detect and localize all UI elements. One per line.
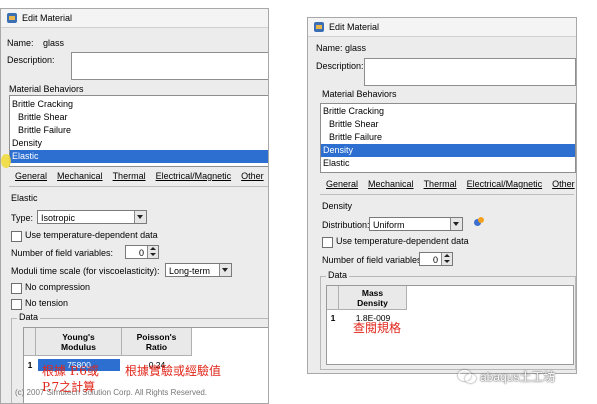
annotation-middle-note: 根據實驗或經驗值 bbox=[125, 364, 222, 378]
left-behavior-item-1[interactable]: Brittle Shear bbox=[10, 111, 268, 124]
left-section-title: Elastic bbox=[11, 193, 38, 203]
left-no-tension-label: No tension bbox=[25, 298, 69, 308]
right-distribution-combo[interactable]: Uniform bbox=[369, 217, 463, 231]
left-behavior-item-3[interactable]: Density bbox=[10, 137, 268, 150]
left-table-header-youngs-modulus: Young's Modulus bbox=[36, 328, 122, 356]
left-name-value: glass bbox=[43, 38, 65, 48]
right-behavior-item-2[interactable]: Brittle Failure bbox=[321, 131, 575, 144]
right-table-corner bbox=[327, 286, 339, 310]
chevron-down-icon[interactable] bbox=[134, 211, 146, 223]
right-menu-mechanical[interactable]: Mechanical bbox=[368, 179, 414, 189]
right-behavior-item-4[interactable]: Elastic bbox=[321, 157, 575, 170]
spinner-arrows-icon[interactable] bbox=[441, 253, 452, 265]
left-menu-thermal[interactable]: Thermal bbox=[113, 171, 146, 181]
right-title-bar: Edit Material bbox=[308, 18, 576, 37]
left-behavior-item-4[interactable]: Elastic bbox=[10, 150, 268, 163]
right-menu-general[interactable]: General bbox=[326, 179, 358, 189]
right-data-label: Data bbox=[326, 270, 350, 280]
wechat-icon bbox=[458, 369, 476, 383]
annotation-right-note: 查閱規格 bbox=[353, 321, 402, 335]
left-type-label: Type: bbox=[11, 213, 34, 223]
material-app-icon bbox=[314, 22, 324, 32]
right-description-field[interactable] bbox=[364, 58, 576, 86]
right-field-vars-spinner[interactable]: 0 bbox=[419, 252, 453, 266]
right-distribution-value: Uniform bbox=[373, 220, 405, 230]
right-field-vars-label: Number of field variables: bbox=[322, 255, 425, 265]
left-name-label: Name: bbox=[7, 38, 34, 48]
left-no-tension-checkbox[interactable] bbox=[11, 299, 22, 310]
right-divider bbox=[320, 194, 574, 195]
watermark: abaqus土工坊 bbox=[458, 366, 555, 386]
left-temp-dependent-label: Use temperature-dependent data bbox=[25, 230, 158, 240]
right-behavior-item-0[interactable]: Brittle Cracking bbox=[321, 105, 575, 118]
analytical-field-icon[interactable] bbox=[474, 217, 485, 228]
left-moduli-label: Moduli time scale (for viscoelasticity): bbox=[11, 266, 160, 276]
left-table-corner bbox=[24, 328, 36, 356]
chevron-down-icon[interactable] bbox=[450, 218, 462, 230]
right-window-title: Edit Material bbox=[329, 22, 380, 32]
left-moduli-combo[interactable]: Long-term bbox=[165, 263, 232, 277]
right-field-vars-value: 0 bbox=[432, 255, 438, 265]
left-title-bar: Edit Material bbox=[1, 9, 268, 28]
right-name-label: Name: bbox=[316, 43, 343, 53]
left-description-field[interactable] bbox=[71, 52, 268, 80]
chevron-down-icon[interactable] bbox=[219, 264, 231, 276]
left-data-label: Data bbox=[17, 312, 41, 322]
left-menu-other[interactable]: Other bbox=[241, 171, 264, 181]
left-behaviors-label: Material Behaviors bbox=[9, 84, 84, 94]
left-no-compression-label: No compression bbox=[25, 282, 91, 292]
left-table-header-poissons-ratio: Poisson's Ratio bbox=[122, 328, 192, 356]
left-field-vars-value: 0 bbox=[138, 248, 144, 258]
right-edit-material-window: Edit Material Name: glass Description: M… bbox=[307, 17, 577, 374]
left-type-combo[interactable]: Isotropic bbox=[37, 210, 147, 224]
right-temp-dependent-label: Use temperature-dependent data bbox=[336, 236, 469, 246]
right-distribution-label: Distribution: bbox=[322, 220, 370, 230]
right-behaviors-label: Material Behaviors bbox=[322, 89, 397, 99]
cursor-marker bbox=[1, 154, 11, 168]
right-behavior-item-1[interactable]: Brittle Shear bbox=[321, 118, 575, 131]
right-section-title: Density bbox=[322, 201, 353, 211]
watermark-text: abaqus土工坊 bbox=[480, 369, 556, 384]
right-name-value: glass bbox=[345, 43, 367, 53]
right-menu-electrical-magnetic[interactable]: Electrical/Magnetic bbox=[467, 179, 543, 189]
right-temp-dependent-checkbox[interactable] bbox=[322, 237, 333, 248]
material-app-icon bbox=[7, 13, 17, 23]
left-menu-electrical-magnetic[interactable]: Electrical/Magnetic bbox=[156, 171, 232, 181]
right-behavior-menubar: General Mechanical Thermal Electrical/Ma… bbox=[326, 179, 576, 189]
left-window-title: Edit Material bbox=[22, 13, 73, 23]
left-field-vars-label: Number of field variables: bbox=[11, 248, 114, 258]
left-behavior-item-2[interactable]: Brittle Failure bbox=[10, 124, 268, 137]
left-description-label: Description: bbox=[7, 55, 55, 65]
left-behaviors-list[interactable]: Brittle Cracking Brittle Shear Brittle F… bbox=[9, 95, 268, 167]
annotation-left-note-2: P.7之計算 bbox=[42, 380, 96, 394]
right-behavior-item-3[interactable]: Density bbox=[321, 144, 575, 157]
left-divider bbox=[9, 186, 268, 187]
left-menu-mechanical[interactable]: Mechanical bbox=[57, 171, 103, 181]
left-menu-general[interactable]: General bbox=[15, 171, 47, 181]
left-field-vars-spinner[interactable]: 0 bbox=[125, 245, 159, 259]
left-no-compression-checkbox[interactable] bbox=[11, 283, 22, 294]
right-menu-thermal[interactable]: Thermal bbox=[424, 179, 457, 189]
right-behaviors-list[interactable]: Brittle Cracking Brittle Shear Brittle F… bbox=[320, 103, 576, 173]
left-moduli-value: Long-term bbox=[169, 266, 211, 276]
right-description-label: Description: bbox=[316, 61, 364, 71]
left-type-value: Isotropic bbox=[41, 213, 76, 223]
left-edit-material-window: Edit Material Name: glass Description: M… bbox=[0, 8, 269, 404]
right-table-header-mass-density: Mass Density bbox=[339, 286, 407, 310]
left-behavior-item-0[interactable]: Brittle Cracking bbox=[10, 98, 268, 111]
right-table-row-index: 1 bbox=[330, 313, 336, 323]
spinner-arrows-icon[interactable] bbox=[147, 246, 158, 258]
right-menu-other[interactable]: Other bbox=[552, 179, 575, 189]
left-temp-dependent-checkbox[interactable] bbox=[11, 231, 22, 242]
left-behavior-menubar: General Mechanical Thermal Electrical/Ma… bbox=[15, 171, 268, 181]
annotation-left-note-1: 根據 P.6或 bbox=[42, 364, 99, 378]
left-table-row-index: 1 bbox=[27, 360, 33, 370]
